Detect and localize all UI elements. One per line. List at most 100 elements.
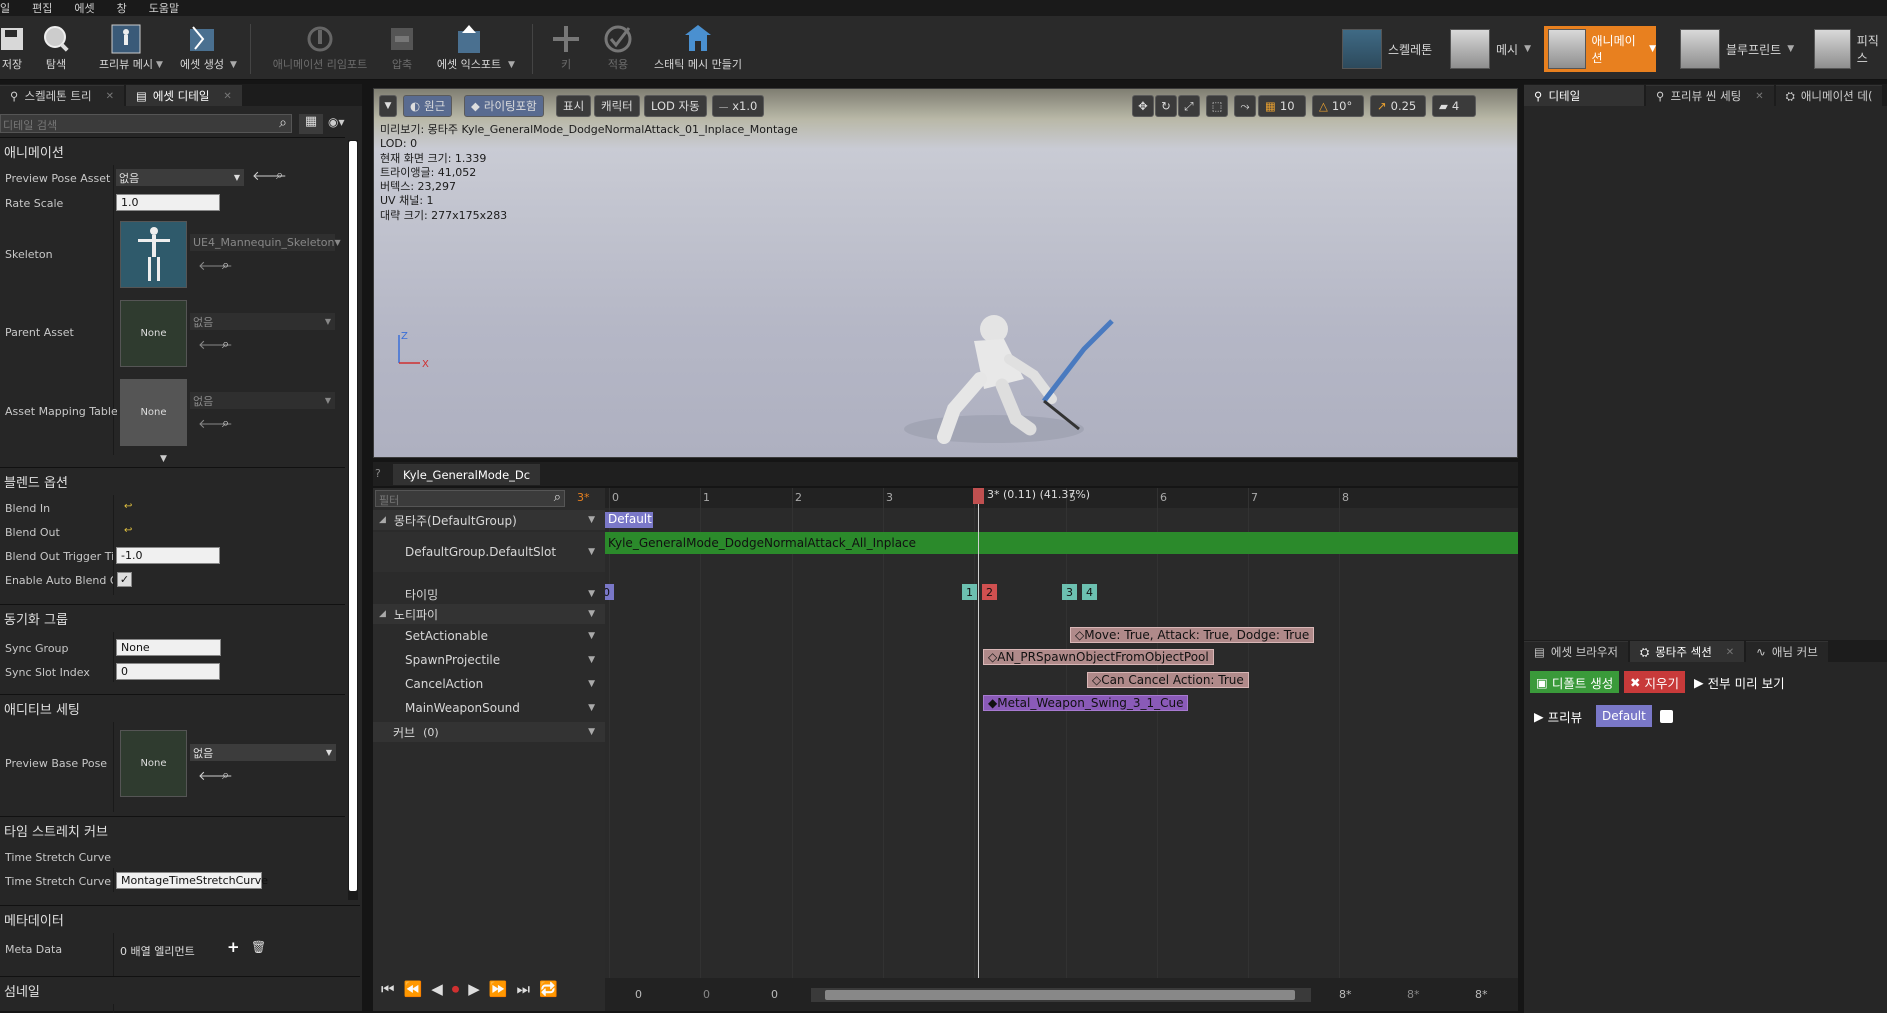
- scale-icon[interactable]: ⤢: [1178, 95, 1200, 117]
- track-notify-spawnprojectile[interactable]: SpawnProjectile ▼: [373, 650, 605, 670]
- lod-button[interactable]: LOD 자동: [644, 95, 707, 117]
- translate-icon[interactable]: ✥: [1132, 95, 1154, 117]
- preview-button[interactable]: ▶ 프리뷰: [1528, 705, 1588, 727]
- tab-details[interactable]: ⚲ 디테일: [1524, 85, 1644, 106]
- viewport-options-button[interactable]: ▼: [379, 95, 397, 117]
- notify-cancelaction[interactable]: ◇ Can Cancel Action: True: [1087, 672, 1249, 688]
- section-thumbnail[interactable]: 섬네일: [0, 976, 360, 1004]
- chevron-down-icon[interactable]: ▼: [588, 655, 595, 665]
- skeleton-combo[interactable]: UE4_Mannequin_Skeleton ▼: [190, 234, 341, 251]
- surface-snap-icon[interactable]: ⤳: [1234, 95, 1256, 117]
- step-back-icon[interactable]: ⏪: [404, 980, 423, 998]
- expand-advanced-icon[interactable]: ▼: [160, 454, 167, 464]
- chevron-down-icon[interactable]: ▼: [588, 631, 595, 641]
- preview-pose-asset-combo[interactable]: 없음 ▼: [116, 169, 244, 186]
- working-start-field[interactable]: 0: [703, 988, 710, 1001]
- view-options-grid-icon[interactable]: ▦: [299, 114, 323, 134]
- track-default-slot[interactable]: DefaultGroup.DefaultSlot ▼: [373, 532, 605, 572]
- details-search-input[interactable]: 디테일 검색 ⌕: [0, 114, 292, 133]
- create-default-button[interactable]: ▣ 디폴트 생성: [1530, 671, 1620, 693]
- help-icon[interactable]: ?: [375, 467, 381, 480]
- menu-asset[interactable]: 에셋: [74, 0, 94, 16]
- chevron-down-icon[interactable]: ▼: [588, 589, 595, 599]
- chevron-down-icon[interactable]: ▼: [588, 515, 595, 525]
- blend-out-trigger-input[interactable]: -1.0: [116, 547, 220, 564]
- menu-edit[interactable]: 편집: [32, 0, 52, 16]
- mode-physics-button[interactable]: 피직스: [1810, 26, 1887, 72]
- close-icon[interactable]: ✕: [1755, 91, 1763, 102]
- preview-base-pose-thumbnail[interactable]: None: [120, 730, 187, 797]
- chevron-down-icon[interactable]: ▼: [588, 547, 595, 557]
- track-filter-input[interactable]: 필터 ⌕: [375, 490, 565, 507]
- blend-out-expand-icon[interactable]: ↩: [124, 525, 132, 536]
- slot-segment[interactable]: Kyle_GeneralMode_DodgeNormalAttack_All_I…: [605, 532, 1518, 554]
- track-notify-cancelaction[interactable]: CancelAction ▼: [373, 674, 605, 694]
- skeleton-thumbnail[interactable]: [120, 221, 187, 288]
- browse-icon[interactable]: ⌕: [222, 337, 229, 352]
- preview-viewport[interactable]: ▼ ◐ 원근 ◆ 라이팅포함 표시 캐릭터 LOD 자동 ⏤ x1.0 ✥ ↻ ⤢ ⬚…: [373, 88, 1518, 458]
- track-montage-group[interactable]: ◢ 몽타주(DefaultGroup) ▼: [373, 510, 605, 530]
- skip-to-end-icon[interactable]: ⏭: [517, 980, 531, 998]
- add-element-icon[interactable]: +: [227, 938, 240, 956]
- world-local-icon[interactable]: ⬚: [1206, 95, 1228, 117]
- playback-speed-button[interactable]: ⏤ x1.0: [712, 95, 765, 117]
- tab-animation-data[interactable]: ⛭ 애니메이션 데(: [1775, 85, 1883, 106]
- camera-speed-button[interactable]: ▰ 4: [1432, 95, 1476, 117]
- view-end-field[interactable]: 8*: [1475, 988, 1488, 1001]
- notify-spawnprojectile[interactable]: ◇ AN_PRSpawnObjectFromObjectPool: [983, 649, 1214, 665]
- section-time-stretch[interactable]: 타임 스트레치 커브: [0, 816, 345, 844]
- apply-button[interactable]: 적용: [600, 22, 636, 78]
- asset-mapping-thumbnail[interactable]: None: [120, 379, 187, 446]
- timing-marker[interactable]: 4: [1082, 584, 1097, 600]
- rotation-snap-button[interactable]: △ 10°: [1312, 95, 1364, 117]
- track-timing[interactable]: 타이밍 ▼: [373, 584, 605, 604]
- static-mesh-button[interactable]: 스태틱 메시 만들기: [648, 22, 748, 78]
- mode-animation-button[interactable]: 애니메이션 ▼: [1544, 26, 1656, 72]
- section-metadata[interactable]: 메타데이터: [0, 905, 360, 933]
- mode-skeleton-button[interactable]: 스켈레톤: [1338, 26, 1438, 72]
- enable-auto-blend-checkbox[interactable]: ✓: [117, 572, 132, 587]
- trash-icon[interactable]: 🗑: [251, 940, 266, 954]
- step-forward-icon[interactable]: ⏩: [489, 980, 508, 998]
- rate-scale-input[interactable]: 1.0: [116, 194, 220, 211]
- close-icon[interactable]: ✕: [223, 91, 231, 102]
- montage-section-default[interactable]: Default: [605, 512, 653, 528]
- playback-start-field[interactable]: 0: [771, 988, 778, 1001]
- track-curves[interactable]: 커브 (0) ▼: [373, 722, 605, 742]
- browse-button[interactable]: 탐색: [36, 22, 76, 78]
- character-button[interactable]: 캐릭터: [594, 95, 640, 117]
- preview-base-pose-combo[interactable]: 없음 ▼: [190, 744, 336, 761]
- timing-marker[interactable]: 3: [1062, 584, 1077, 600]
- rotate-icon[interactable]: ↻: [1155, 95, 1177, 117]
- lighting-button[interactable]: ◆ 라이팅포함: [464, 95, 544, 117]
- time-stretch-curve-name-input[interactable]: MontageTimeStretchCurve: [116, 872, 268, 889]
- section-checkbox[interactable]: [1660, 710, 1673, 723]
- timing-marker[interactable]: 1: [962, 584, 977, 600]
- mode-blueprint-button[interactable]: 블루프린트 ▼: [1676, 26, 1804, 72]
- show-button[interactable]: 표시: [556, 95, 592, 117]
- mesh-dropdown-icon[interactable]: ▼: [1524, 44, 1531, 54]
- blueprint-dropdown-icon[interactable]: ▼: [1787, 44, 1794, 54]
- loop-icon[interactable]: 🔁: [539, 980, 558, 998]
- menu-file[interactable]: 일: [0, 0, 10, 16]
- tab-montage[interactable]: Kyle_GeneralMode_Dc: [393, 464, 541, 485]
- details-scrollbar[interactable]: [348, 140, 358, 900]
- collapse-icon[interactable]: ◢: [379, 609, 386, 619]
- chevron-down-icon[interactable]: ▼: [588, 609, 595, 619]
- browse-icon[interactable]: ⌕: [222, 416, 229, 431]
- playback-end-field[interactable]: 8*: [1339, 988, 1352, 1001]
- blend-in-expand-icon[interactable]: ↩: [124, 501, 132, 512]
- compress-button[interactable]: 압축: [382, 22, 422, 78]
- browse-icon[interactable]: ⌕: [222, 258, 229, 273]
- grid-snap-button[interactable]: ▦ 10: [1258, 95, 1306, 117]
- timeline-area[interactable]: 012345678 Default Kyle_GeneralMode_Dodge…: [605, 488, 1518, 978]
- record-icon[interactable]: ⏺: [452, 980, 460, 998]
- browse-icon[interactable]: ⌕: [222, 768, 229, 783]
- sync-slot-input[interactable]: 0: [116, 663, 220, 680]
- preview-all-button[interactable]: ▶ 전부 미리 보기: [1688, 671, 1791, 693]
- asset-mapping-combo[interactable]: 없음 ▼: [190, 392, 335, 409]
- working-end-field[interactable]: 8*: [1407, 988, 1420, 1001]
- notify-setactionable[interactable]: ◇ Move: True, Attack: True, Dodge: True: [1070, 627, 1315, 643]
- scrub-handle[interactable]: [973, 488, 984, 504]
- create-asset-button[interactable]: 에셋 생성: [176, 22, 228, 78]
